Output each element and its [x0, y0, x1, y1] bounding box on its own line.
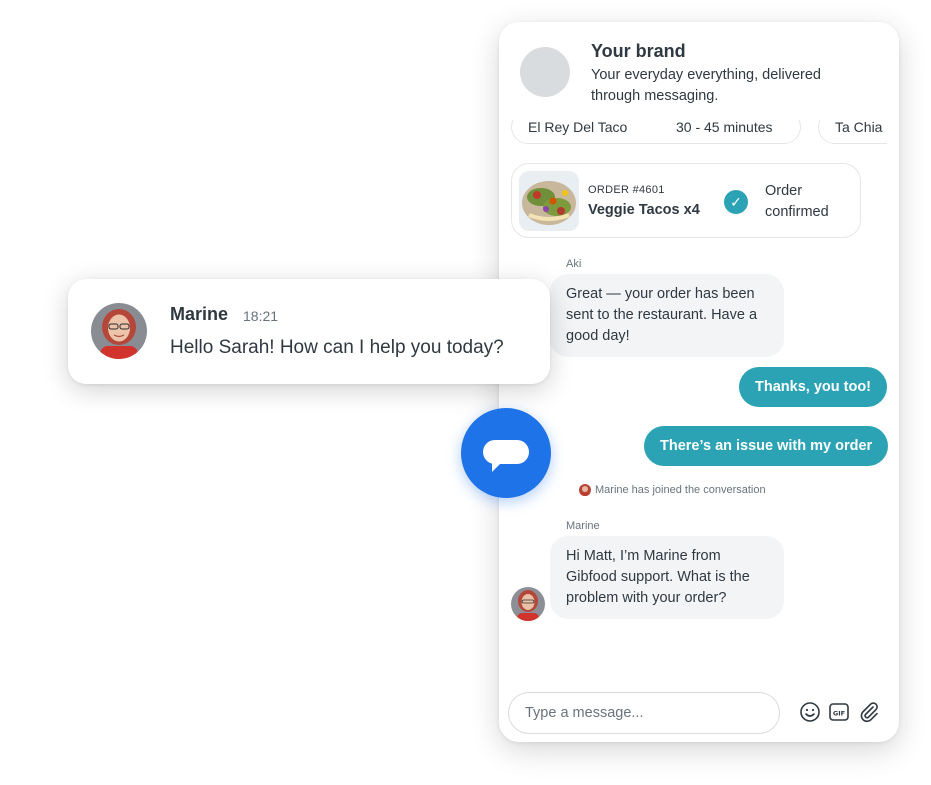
chat-bubble-icon — [483, 440, 529, 472]
carousel-card-name: Ta Chia — [835, 119, 883, 135]
sender-label-marine: Marine — [566, 520, 600, 532]
message-bubble-user-thanks: Thanks, you too! — [739, 367, 887, 407]
proactive-notification[interactable]: Marine 18:21 Hello Sarah! How can I help… — [68, 279, 550, 384]
order-card[interactable]: ORDER #4601 Veggie Tacos x4 ✓ Order conf… — [511, 163, 861, 238]
message-input-container[interactable] — [508, 692, 780, 734]
order-item: Veggie Tacos x4 — [588, 202, 700, 218]
gif-icon[interactable]: GIF — [828, 701, 850, 723]
carousel-card-time: 30 - 45 minutes — [676, 119, 773, 135]
order-number: ORDER #4601 — [588, 184, 665, 196]
svg-text:GIF: GIF — [833, 710, 845, 718]
widget-header: Your brand Your everyday everything, del… — [499, 22, 899, 120]
avatar — [579, 484, 591, 496]
order-food-image — [519, 171, 579, 231]
paperclip-icon[interactable] — [858, 701, 880, 723]
emoji-icon[interactable] — [799, 701, 821, 723]
brand-tagline: Your everyday everything, delivered thro… — [591, 67, 821, 104]
check-icon: ✓ — [724, 190, 748, 214]
notification-sender-name: Marine — [170, 304, 229, 324]
sender-label-aki: Aki — [566, 258, 582, 270]
system-note: Marine has joined the conversation — [579, 484, 766, 496]
message-bubble-user-issue: There’s an issue with my order — [644, 426, 889, 466]
brand-avatar — [520, 47, 570, 97]
avatar — [91, 303, 147, 359]
avatar — [511, 587, 545, 621]
notification-time: 18:21 — [243, 308, 279, 324]
message-input[interactable] — [525, 694, 763, 732]
message-bubble-aki: Great — your order has been sent to the … — [550, 274, 784, 357]
carousel-card-name: El Rey Del Taco — [528, 119, 628, 135]
messaging-widget: El Rey Del Taco 30 - 45 minutes Ta Chia … — [499, 22, 899, 742]
brand-name: Your brand — [591, 41, 686, 61]
order-status: Order confirmed — [765, 183, 829, 220]
message-bubble-marine: Hi Matt, I’m Marine from Gibfood support… — [550, 536, 784, 619]
chat-launcher-button[interactable] — [461, 408, 551, 498]
notification-message: Hello Sarah! How can I help you today? — [170, 337, 504, 358]
system-note-text: Marine has joined the conversation — [595, 484, 766, 496]
